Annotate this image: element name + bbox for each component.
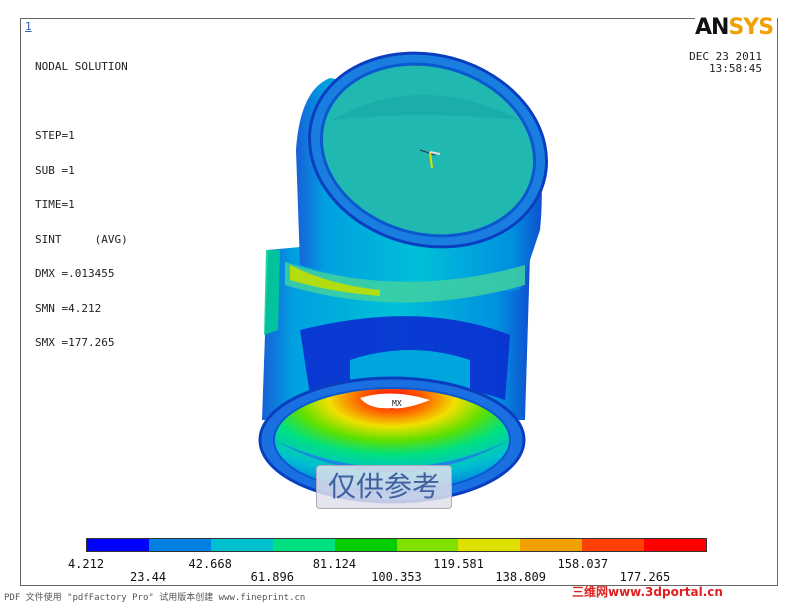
legend-tick-label: 81.124 <box>312 557 357 571</box>
legend-color-segment <box>272 539 335 551</box>
legend-color-segment <box>520 539 583 551</box>
stress-contour-model[interactable]: MX <box>0 0 796 603</box>
legend-tick-label: 61.896 <box>250 570 294 584</box>
left-green-band <box>264 250 280 335</box>
legend-tick-label: 119.581 <box>433 557 484 571</box>
legend-color-segment <box>458 539 521 551</box>
site-watermark-text: 三维网www.3dportal.cn <box>572 585 723 599</box>
legend-color-segment <box>644 539 707 551</box>
legend-tick-label: 100.353 <box>371 570 422 584</box>
legend-tick-label: 4.212 <box>67 557 105 571</box>
legend-color-segment <box>396 539 459 551</box>
legend-color-segment <box>334 539 397 551</box>
contour-legend-bar <box>86 538 707 552</box>
legend-color-segment <box>87 539 149 551</box>
legend-color-segment <box>582 539 645 551</box>
mx-marker: MX <box>392 399 402 408</box>
legend-tick-label: 138.809 <box>495 570 546 584</box>
watermark-stamp: 仅供参考 <box>316 465 452 509</box>
legend-color-segment <box>210 539 273 551</box>
legend-tick-label: 177.265 <box>619 570 671 584</box>
legend-tick-label: 23.44 <box>130 570 167 584</box>
legend-color-segment <box>148 539 211 551</box>
pdf-footer-text: PDF 文件使用 "pdfFactory Pro" 试用版本创建 www.fin… <box>4 593 306 603</box>
legend-tick-label: 42.668 <box>188 557 232 571</box>
legend-tick-label: 158.037 <box>557 557 609 571</box>
